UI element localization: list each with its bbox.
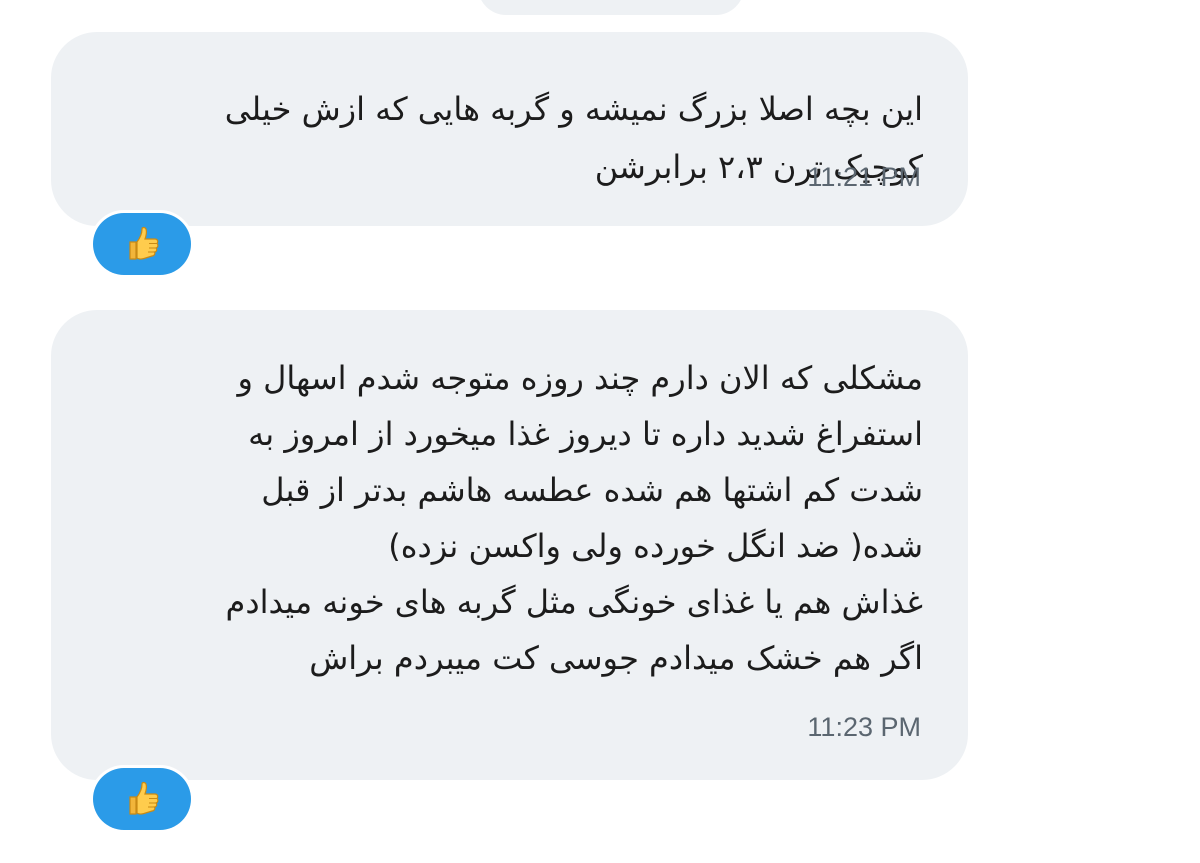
message-timestamp: 11:21 PM: [807, 162, 921, 192]
thumbs-up-icon: [129, 781, 159, 815]
reaction-badge[interactable]: [90, 765, 194, 833]
message-text: مشکلی که الان دارم چند روزه متوجه شدم اس…: [225, 359, 923, 677]
message-bubble[interactable]: مشکلی که الان دارم چند روزه متوجه شدم اس…: [51, 310, 968, 780]
thumbs-up-icon: [129, 226, 159, 260]
previous-message-bubble: [478, 0, 744, 15]
message-bubble[interactable]: این بچه اصلا بزرگ نمیشه و گربه هایی که ا…: [51, 32, 968, 226]
message-timestamp: 11:23 PM: [807, 712, 921, 742]
message-text: این بچه اصلا بزرگ نمیشه و گربه هایی که ا…: [224, 90, 923, 186]
reaction-badge[interactable]: [90, 210, 194, 278]
